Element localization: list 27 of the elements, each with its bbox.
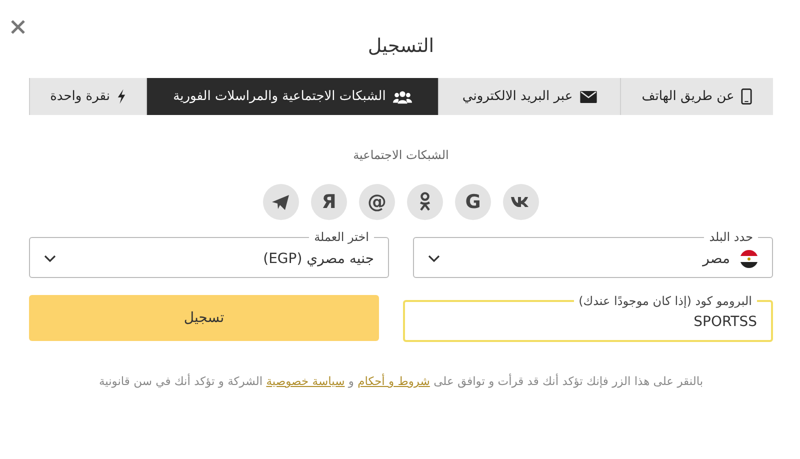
social-login-button[interactable]: Я bbox=[311, 184, 347, 220]
field-label: اختر العملة bbox=[313, 230, 370, 244]
section-label: الشبكات الاجتماعية bbox=[352, 148, 450, 162]
dialog-title: التسجيل bbox=[366, 34, 436, 58]
envelope-icon bbox=[580, 90, 597, 102]
tab[interactable]: الشبكات الاجتماعية والمراسلات الفورية bbox=[146, 78, 438, 115]
person-icon[interactable] bbox=[407, 184, 443, 220]
social-login-button[interactable]: G bbox=[455, 184, 491, 220]
phone-icon bbox=[741, 88, 752, 105]
tab[interactable]: عن طريق الهاتف bbox=[620, 78, 773, 115]
field-label: حدد البلد bbox=[708, 230, 754, 244]
close-icon[interactable] bbox=[11, 20, 25, 34]
vk-icon[interactable] bbox=[503, 184, 539, 220]
currency-select[interactable]: اختر العملة جنيه مصري (EGP) bbox=[29, 230, 389, 278]
terms-text: بالنقر على هذا الزر فإنك تؤكد أنك قد قرأت و توافق على شروط و أحكام و سياسة خصوصية الشركة و تؤكد أنك في سن قانونية bbox=[98, 374, 704, 388]
lightning-icon bbox=[116, 89, 126, 104]
people-icon bbox=[392, 90, 412, 104]
chevron-down-icon bbox=[428, 254, 440, 262]
flag-icon bbox=[740, 250, 758, 268]
chevron-down-icon bbox=[44, 254, 56, 262]
paper-plane-icon[interactable] bbox=[263, 184, 299, 220]
social-login-button[interactable]: @ bbox=[359, 184, 395, 220]
tab[interactable]: عبر البريد الالكتروني bbox=[438, 78, 620, 115]
country-select[interactable]: حدد البلد مصر bbox=[413, 230, 773, 278]
field-label: البرومو كود (إذا كان موجودًا عندك) bbox=[578, 294, 753, 308]
register-button[interactable]: تسجيل bbox=[29, 295, 379, 341]
tab[interactable]: نقرة واحدة bbox=[29, 78, 146, 115]
